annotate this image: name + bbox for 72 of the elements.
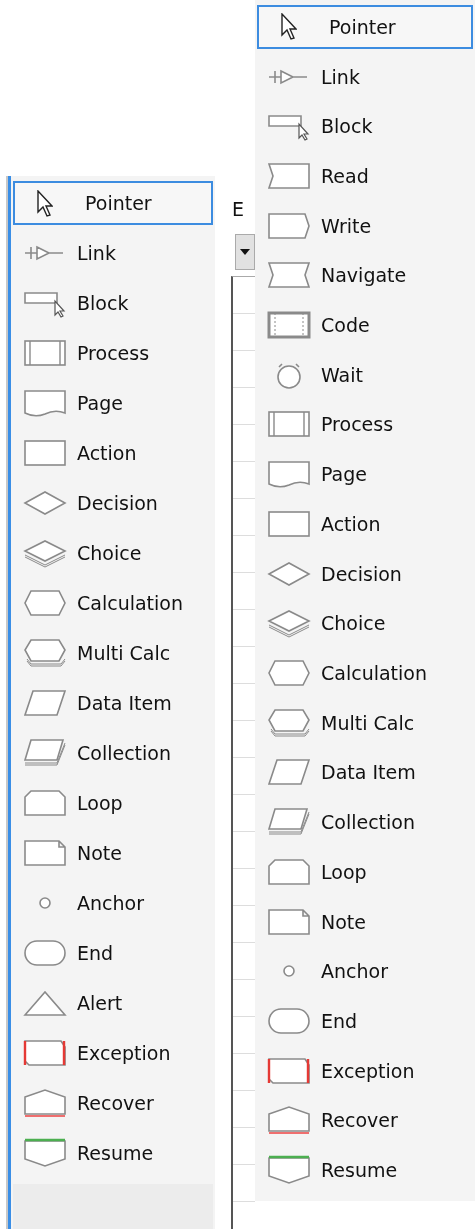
toolbox-item[interactable]: Link (13, 231, 213, 275)
toolbox-item[interactable]: Alert (13, 981, 213, 1025)
resume-shape-icon (23, 1137, 67, 1169)
note-icon (23, 837, 67, 869)
toolbox-item[interactable]: Wait (257, 352, 473, 397)
toolbox-item[interactable]: Data Item (257, 750, 473, 795)
stacked-hexagon-icon (23, 637, 67, 669)
toolbox-item[interactable]: Action (13, 431, 213, 475)
toolbox-item[interactable]: Navigate (257, 253, 473, 298)
recover-shape-icon (267, 1104, 311, 1137)
toolbox-item[interactable]: Read (257, 154, 473, 198)
toolbox-item[interactable]: Pointer (257, 5, 473, 49)
loop-shape-icon (23, 787, 67, 819)
dropdown-button[interactable] (235, 234, 255, 270)
toolbox-item[interactable]: Collection (13, 731, 213, 775)
caret-icon (240, 249, 250, 255)
page-shape-icon (267, 458, 311, 491)
toolbox-item[interactable]: Collection (257, 800, 473, 844)
circle-icon (283, 965, 295, 978)
stacked-diamond-icon (23, 537, 67, 569)
toolbox-item[interactable]: Multi Calc (13, 631, 213, 675)
toolbox-item[interactable]: Choice (257, 601, 473, 646)
toolbox-item[interactable]: Action (257, 502, 473, 546)
toolbox-item[interactable]: Pointer (13, 181, 213, 225)
toolbox-item[interactable]: Recover (257, 1098, 473, 1143)
parallelogram-icon (23, 687, 67, 719)
page-shape-icon (23, 387, 67, 419)
recover-shape-icon (23, 1087, 67, 1119)
toolbox-item[interactable]: End (257, 999, 473, 1043)
toolbox-item[interactable]: Anchor (13, 881, 213, 925)
toolbox-item[interactable]: Loop (13, 781, 213, 825)
toolbox-item[interactable]: Data Item (13, 681, 213, 725)
partial-label: E (232, 198, 245, 220)
toolbox-item[interactable]: Exception (257, 1048, 473, 1093)
hexagon-icon (23, 587, 67, 619)
stacked-parallelogram-icon (23, 737, 67, 769)
rectangle-icon (23, 437, 67, 469)
toolbox-item[interactable]: Link (257, 54, 473, 99)
stacked-diamond-icon (267, 607, 311, 640)
toolbox-item[interactable]: Process (257, 402, 473, 447)
stacked-hexagon-icon (267, 706, 311, 739)
rounded-rectangle-icon (23, 937, 67, 969)
toolbox-item[interactable]: Choice (13, 531, 213, 575)
process-shape-icon (23, 337, 67, 369)
resume-shape-icon (267, 1154, 311, 1186)
toolbox-item[interactable]: Exception (13, 1031, 213, 1075)
toolbox-item[interactable]: Process (13, 331, 213, 375)
code-shape-icon (267, 309, 311, 342)
toolbox-item[interactable]: End (13, 931, 213, 975)
toolbox-item[interactable]: Loop (257, 849, 473, 894)
toolbox-item[interactable]: Write (257, 203, 473, 248)
toolbox-item[interactable]: Block (257, 104, 473, 149)
toolbox-item[interactable]: Recover (13, 1081, 213, 1125)
pointer-icon (281, 13, 297, 41)
pointer-icon (37, 189, 53, 217)
hexagon-icon (267, 657, 311, 689)
toolbox-item[interactable]: Decision (13, 481, 213, 525)
toolbox-item[interactable]: Multi Calc (257, 700, 473, 745)
circle-icon (39, 897, 51, 909)
toolbox-item[interactable]: Resume (257, 1148, 473, 1192)
toolbox-item[interactable]: Note (13, 831, 213, 875)
toolbox-item[interactable]: Calculation (257, 651, 473, 695)
toolbox-item[interactable]: Anchor (257, 949, 473, 994)
toolbox-item[interactable]: Page (257, 452, 473, 497)
toolbox-item[interactable]: Note (257, 899, 473, 944)
toolbox-item[interactable]: Block (13, 281, 213, 325)
toolbox-item[interactable]: Calculation (13, 581, 213, 625)
exception-shape-icon (23, 1037, 67, 1069)
toolbox-item[interactable]: Code (257, 303, 473, 347)
toolbox-item[interactable]: Page (13, 381, 213, 425)
toolbox-item[interactable]: Resume (13, 1131, 213, 1175)
toolbox-item[interactable]: Decision (257, 551, 473, 596)
